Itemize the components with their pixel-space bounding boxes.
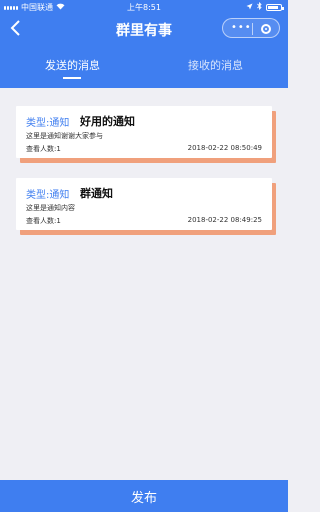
message-card[interactable]: 类型:通知 群通知 这里是通知内容 查看人数:1 2018-02-22 08:4… <box>16 178 272 230</box>
message-title: 好用的通知 <box>80 115 135 128</box>
more-menu-button[interactable]: ••• <box>231 23 252 33</box>
message-viewers: 查看人数:1 <box>26 145 61 153</box>
message-viewers: 查看人数:1 <box>26 217 61 225</box>
message-time: 2018-02-22 08:49:25 <box>187 216 262 224</box>
active-tab-indicator <box>63 77 81 79</box>
battery-icon <box>266 3 284 11</box>
publish-button[interactable]: 发布 <box>0 480 288 512</box>
status-bar: 中国联通 上午8:51 <box>0 0 288 14</box>
tab-sent-messages[interactable]: 发送的消息 <box>45 57 100 73</box>
message-content: 这里是通知内容 <box>26 204 75 212</box>
tab-bar: 发送的消息 接收的消息 <box>0 44 288 88</box>
miniprogram-capsule: ••• <box>222 18 280 38</box>
message-type: 类型:通知 <box>26 190 70 201</box>
message-content: 这里是通知谢谢大家参与 <box>26 132 103 140</box>
capsule-divider <box>252 23 253 35</box>
message-title: 群通知 <box>80 187 113 200</box>
tab-received-messages[interactable]: 接收的消息 <box>188 57 243 73</box>
close-miniprogram-button[interactable] <box>261 24 271 34</box>
message-type: 类型:通知 <box>26 118 70 129</box>
message-time: 2018-02-22 08:50:49 <box>187 144 262 152</box>
nav-bar: 群里有事 ••• <box>0 14 288 44</box>
message-card[interactable]: 类型:通知 好用的通知 这里是通知谢谢大家参与 查看人数:1 2018-02-2… <box>16 106 272 158</box>
status-time: 上午8:51 <box>127 2 161 12</box>
